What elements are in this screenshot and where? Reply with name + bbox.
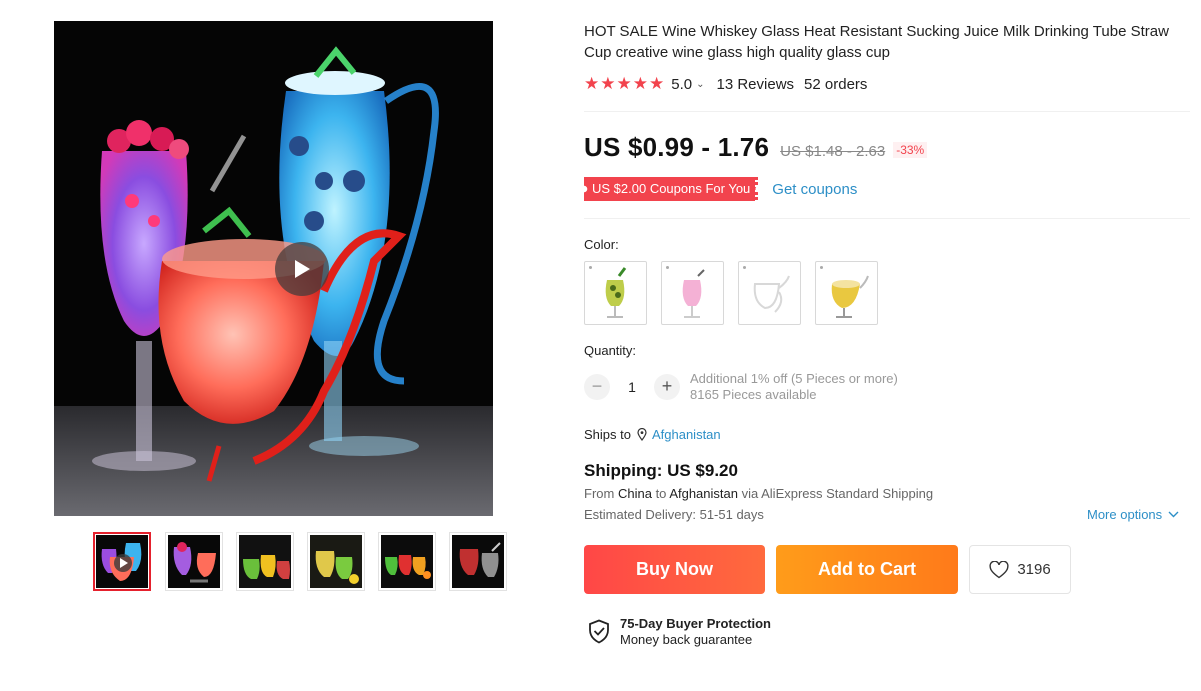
orders-count: 52 orders: [804, 75, 868, 93]
coupon-tag[interactable]: US $2.00 Coupons For You: [584, 177, 762, 201]
star-icon: ★: [616, 74, 632, 93]
star-icon: ★: [632, 74, 648, 93]
shipping-method: via AliExpress Standard Shipping: [741, 486, 934, 501]
color-thumbnail: [605, 267, 627, 318]
ships-to-row: Ships to Afghanistan: [584, 427, 721, 442]
more-shipping-options-link[interactable]: More options: [1087, 507, 1179, 522]
divider: [584, 218, 1190, 219]
color-thumbnail: [831, 275, 869, 318]
chevron-down-icon: [1168, 511, 1179, 518]
rating-row: ★ ★ ★ ★ ★ 5.0 ⌄ 13 Reviews 52 orders: [584, 74, 867, 94]
chevron-down-icon[interactable]: ⌄: [696, 79, 704, 90]
bulk-discount-note: Additional 1% off (5 Pieces or more): [690, 371, 898, 386]
divider: [584, 111, 1190, 112]
quantity-input[interactable]: 1: [610, 379, 654, 395]
color-thumbnail: [682, 269, 705, 318]
product-title: HOT SALE Wine Whiskey Glass Heat Resista…: [584, 23, 1169, 61]
color-thumbnail: [753, 275, 790, 313]
star-icon: ★: [649, 74, 665, 93]
shipping-from-prefix: From: [584, 486, 615, 501]
shipping-cost: Shipping: US $9.20: [584, 461, 738, 480]
thumbnail-3[interactable]: [236, 532, 294, 591]
shipping-to-word: to: [655, 486, 667, 501]
protection-title: 75-Day Buyer Protection: [620, 616, 771, 631]
star-icon: ★: [584, 74, 600, 93]
estimated-delivery: Estimated Delivery: 51-51 days: [584, 507, 764, 522]
get-coupons-link[interactable]: Get coupons: [772, 181, 857, 198]
more-options-label: More options: [1087, 507, 1163, 522]
reviews-link[interactable]: 13 Reviews: [717, 76, 795, 93]
buy-now-button[interactable]: Buy Now: [584, 545, 765, 594]
quantity-info: Additional 1% off (5 Pieces or more) 816…: [690, 371, 898, 403]
ships-to-label: Ships to: [584, 427, 631, 442]
shipping-route: From China to Afghanistan via AliExpress…: [584, 486, 933, 501]
shield-check-icon: [589, 619, 609, 644]
wishlist-count: 3196: [1017, 561, 1051, 578]
color-options: [584, 261, 878, 325]
location-pin-icon: [637, 428, 647, 441]
shipping-to-country: Afghanistan: [669, 486, 738, 501]
ship-country-link[interactable]: Afghanistan: [652, 427, 721, 442]
color-label: Color:: [584, 237, 619, 252]
quantity-stepper: − 1 + Additional 1% off (5 Pieces or mor…: [584, 371, 898, 403]
decrease-quantity-button[interactable]: −: [584, 374, 610, 400]
rating-stars: ★ ★ ★ ★ ★: [584, 75, 664, 93]
wishlist-button[interactable]: 3196: [969, 545, 1071, 594]
original-price: US $1.48 - 2.63: [780, 143, 886, 160]
product-photo: [54, 21, 493, 516]
thumbnail-1[interactable]: [93, 532, 151, 591]
play-video-button[interactable]: [275, 242, 329, 296]
coupon-row: US $2.00 Coupons For You Get coupons: [584, 177, 857, 201]
protection-subtitle: Money back guarantee: [620, 632, 753, 647]
price-row: US $0.99 - 1.76 US $1.48 - 2.63 -33%: [584, 132, 928, 164]
add-to-cart-button[interactable]: Add to Cart: [776, 545, 958, 594]
shipping-from-country: China: [617, 486, 652, 501]
buyer-protection: 75-Day Buyer Protection Money back guara…: [588, 616, 771, 648]
stock-available: 8165 Pieces available: [690, 387, 817, 402]
color-option-4[interactable]: [815, 261, 878, 325]
thumbnail-4[interactable]: [307, 532, 365, 591]
heart-icon: [989, 560, 1009, 578]
increase-quantity-button[interactable]: +: [654, 374, 680, 400]
play-icon: [295, 260, 310, 278]
main-product-image[interactable]: [54, 21, 493, 516]
color-option-3[interactable]: [738, 261, 801, 325]
thumbnail-6[interactable]: [449, 532, 507, 591]
color-option-2[interactable]: [661, 261, 724, 325]
color-option-1[interactable]: [584, 261, 647, 325]
discount-badge: -33%: [893, 142, 928, 158]
current-price: US $0.99 - 1.76: [584, 132, 770, 162]
rating-value[interactable]: 5.0: [671, 76, 692, 93]
star-icon: ★: [600, 74, 616, 93]
thumbnail-5[interactable]: [378, 532, 436, 591]
quantity-label: Quantity:: [584, 343, 637, 358]
thumbnail-2[interactable]: [165, 532, 223, 591]
